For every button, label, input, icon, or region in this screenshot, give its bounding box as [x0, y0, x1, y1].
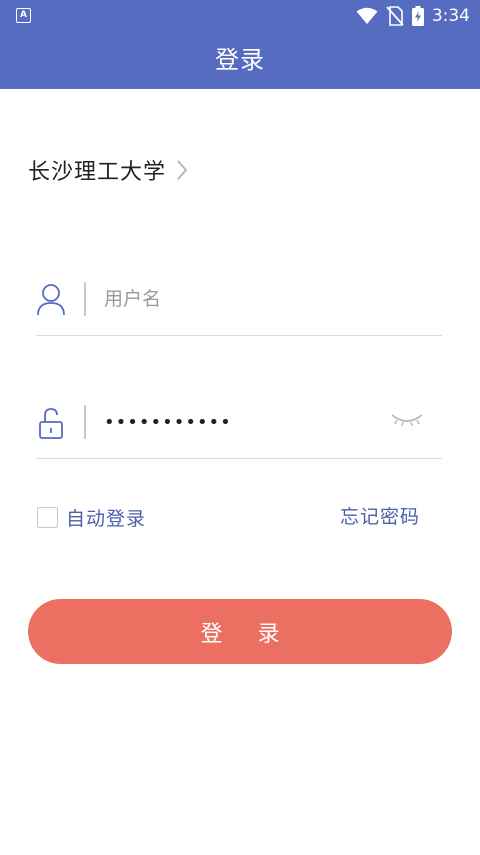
no-sim-icon	[386, 6, 404, 26]
wifi-icon	[356, 7, 378, 24]
username-field	[36, 266, 442, 336]
status-time: 3:34	[431, 6, 470, 26]
status-bar-right: 3:34	[356, 4, 470, 28]
forgot-password-link[interactable]: 忘记密码	[340, 503, 420, 531]
app-notification-icon: A	[16, 8, 31, 23]
school-selector[interactable]: 长沙理工大学	[28, 152, 188, 188]
status-bar: A 3:34	[0, 0, 480, 32]
password-divider	[84, 405, 86, 439]
auto-login-checkbox[interactable]	[37, 506, 58, 528]
auto-login-toggle[interactable]: 自动登录	[37, 503, 146, 531]
page-title: 登录	[215, 46, 265, 74]
password-input[interactable]	[104, 403, 384, 441]
user-icon	[37, 284, 65, 316]
username-input[interactable]	[104, 280, 384, 318]
lock-icon	[39, 408, 63, 439]
auto-login-label: 自动登录	[66, 507, 147, 530]
school-name: 长沙理工大学	[28, 160, 167, 185]
chevron-right-icon	[177, 160, 188, 180]
login-button[interactable]: 登 录	[28, 599, 452, 664]
battery-charging-icon	[411, 6, 424, 26]
eye-closed-icon[interactable]	[390, 411, 424, 429]
username-divider	[84, 282, 86, 316]
app-header: A 3:34 登录	[0, 0, 480, 89]
password-field	[36, 389, 442, 459]
